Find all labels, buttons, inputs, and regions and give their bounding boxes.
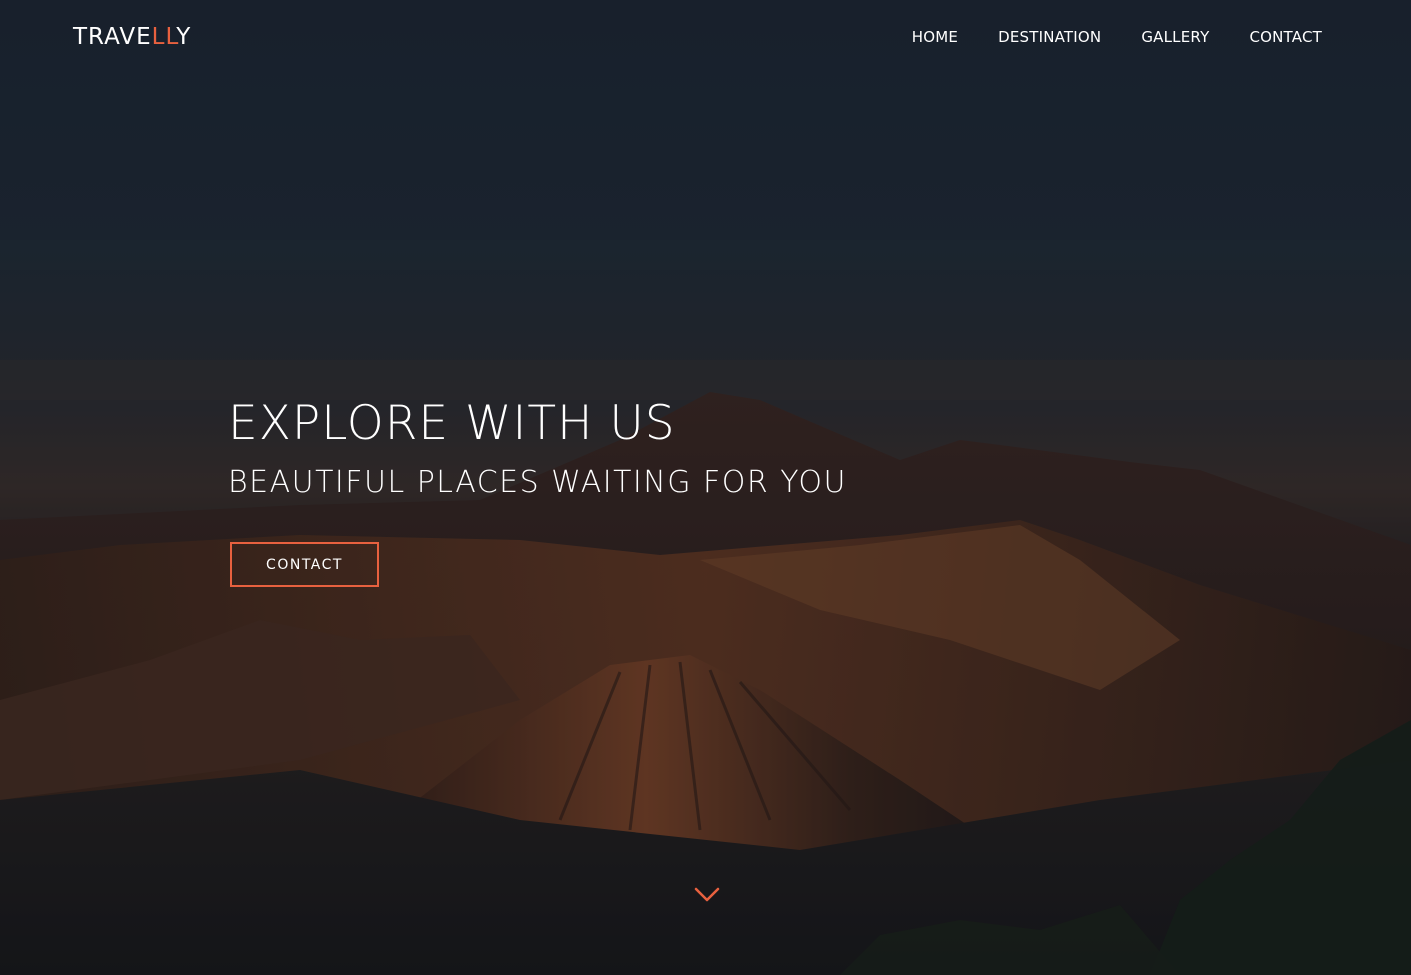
main-nav: HOME DESTINATION GALLERY CONTACT (912, 26, 1322, 48)
hero-title: EXPLORE WITH US (228, 396, 676, 451)
logo[interactable]: TRAVELLY (73, 22, 191, 52)
logo-text-suffix: Y (176, 24, 192, 50)
logo-text-prefix: TRAVE (73, 24, 152, 50)
hero-subtitle: BEAUTIFUL PLACES WAITING FOR YOU (228, 465, 847, 500)
contact-button[interactable]: CONTACT (230, 542, 379, 587)
chevron-down-icon[interactable] (694, 884, 720, 904)
hero-section: TRAVELLY HOME DESTINATION GALLERY CONTAC… (0, 0, 1411, 975)
nav-item-gallery[interactable]: GALLERY (1141, 26, 1209, 48)
logo-text-accent: LL (151, 24, 177, 50)
nav-item-destination[interactable]: DESTINATION (998, 26, 1101, 48)
nav-item-contact[interactable]: CONTACT (1249, 26, 1322, 48)
nav-item-home[interactable]: HOME (912, 26, 958, 48)
